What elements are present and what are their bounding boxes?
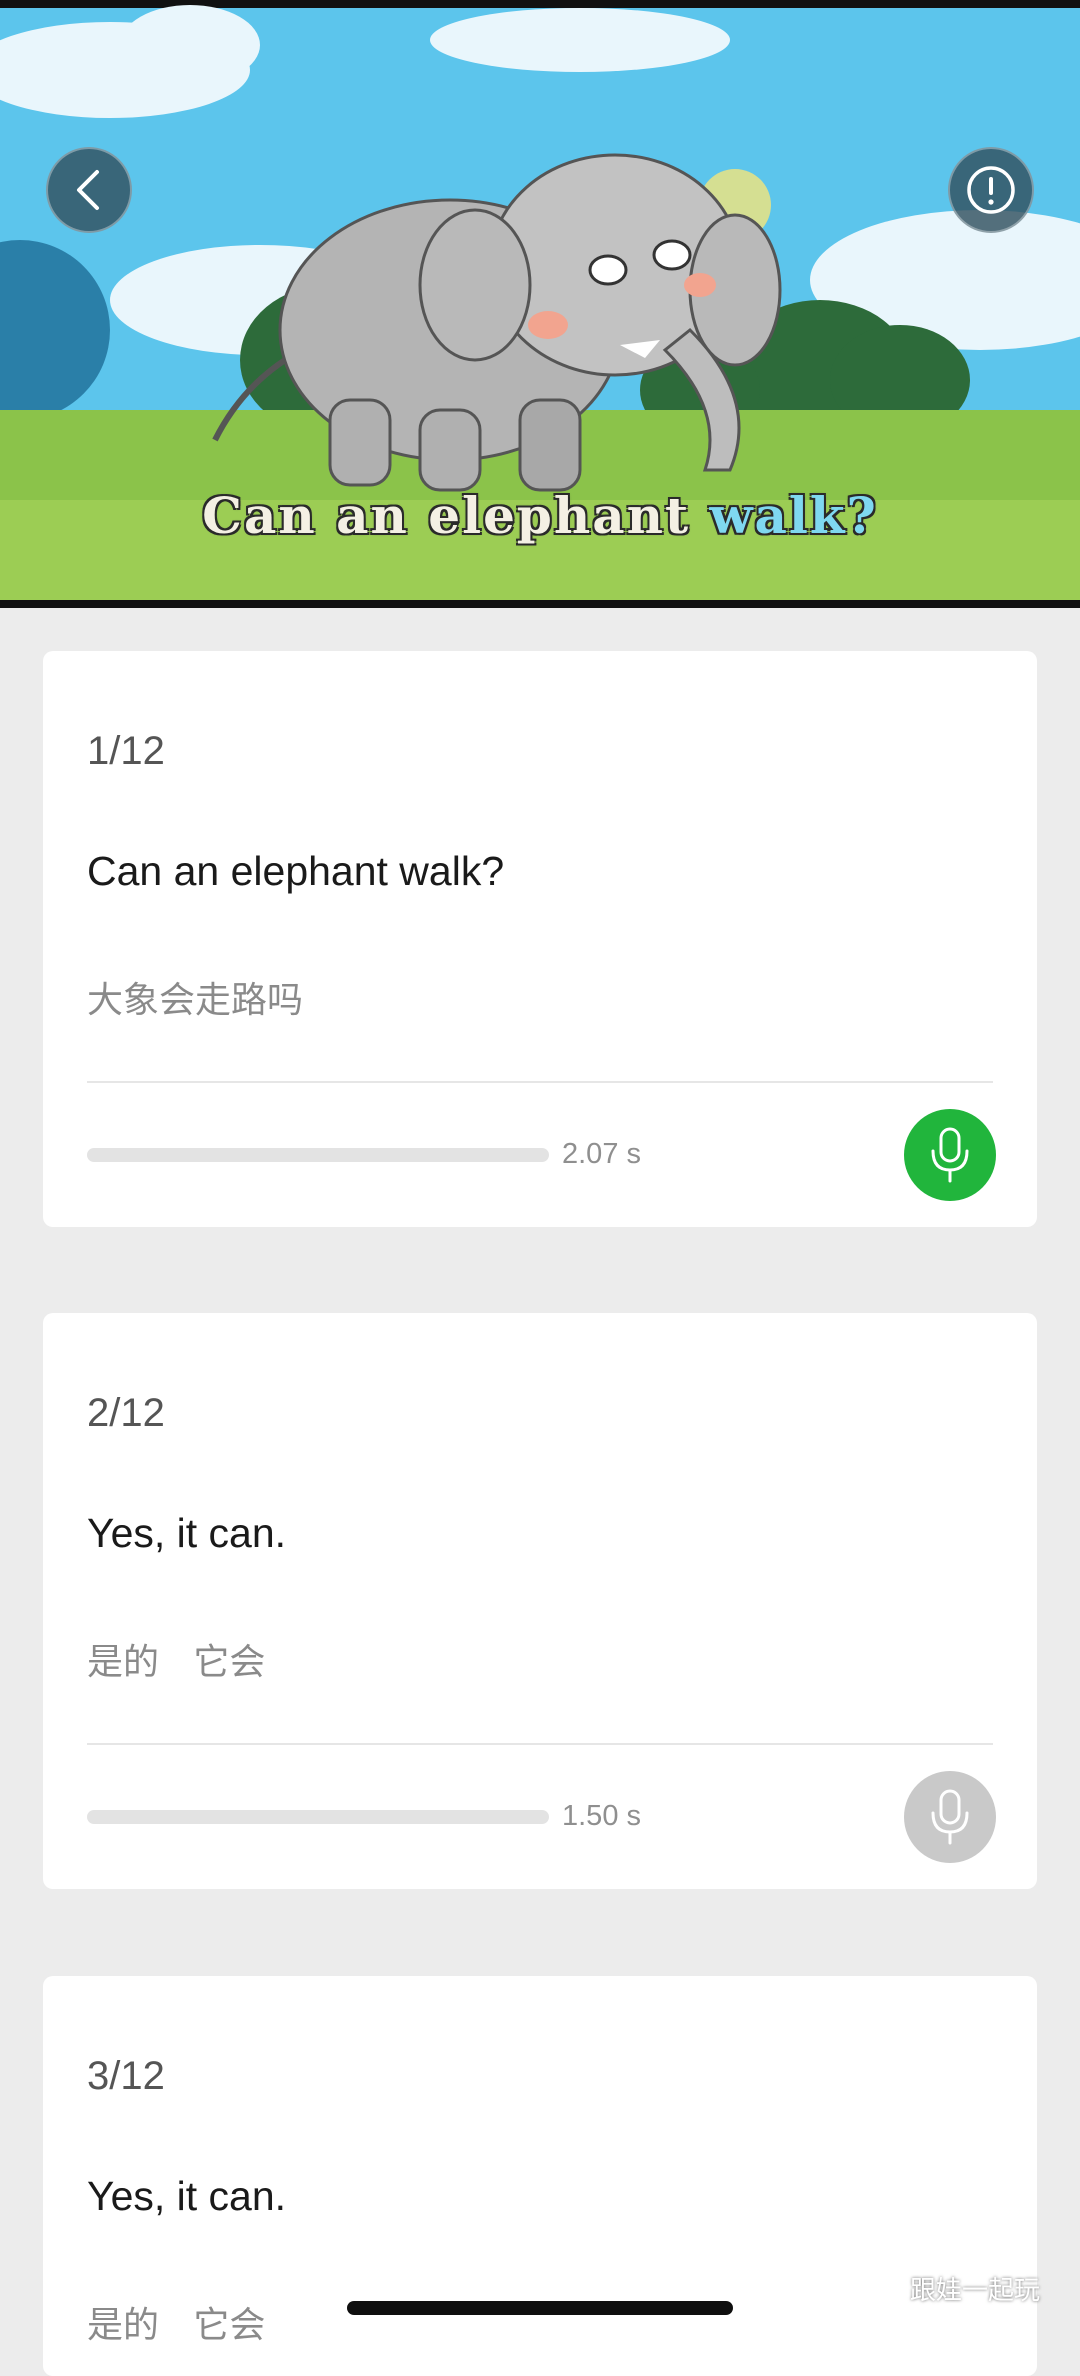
sentence-counter: 1/12 — [87, 729, 165, 773]
sentence-counter: 2/12 — [87, 1391, 165, 1435]
video-subtitle: Can an elephant walk? — [0, 486, 1080, 545]
back-button[interactable] — [46, 147, 132, 233]
info-icon — [967, 166, 1015, 214]
info-button[interactable] — [948, 147, 1034, 233]
video-player[interactable]: Can an elephant walk? — [0, 0, 1080, 608]
divider — [87, 1743, 993, 1745]
wechat-icon — [860, 2273, 903, 2304]
sentence-card: 3/12 Yes, it can. 是的 它会 — [43, 1976, 1037, 2376]
sentence-card: 1/12 Can an elephant walk? 大象会走路吗 2.07 s — [43, 651, 1037, 1227]
sentence-translation: 是的 它会 — [87, 2305, 266, 2346]
subtitle-highlight: walk? — [709, 486, 878, 545]
audio-progress-bar[interactable] — [87, 1810, 549, 1824]
microphone-icon — [931, 1789, 969, 1845]
watermark: 跟娃一起玩 — [860, 2270, 1040, 2307]
home-indicator[interactable] — [347, 2301, 733, 2315]
sentence-text: Yes, it can. — [87, 2173, 287, 2219]
chevron-left-icon — [77, 170, 99, 210]
sentence-card: 2/12 Yes, it can. 是的 它会 1.50 s — [43, 1313, 1037, 1889]
subtitle-text: Can an elephant — [202, 486, 710, 545]
sentence-counter: 3/12 — [87, 2054, 165, 2098]
record-button[interactable] — [904, 1771, 996, 1863]
record-button[interactable] — [904, 1109, 996, 1201]
sentence-translation: 是的 它会 — [87, 1642, 266, 1683]
watermark-text: 跟娃一起玩 — [910, 2276, 1041, 2306]
sentence-translation: 大象会走路吗 — [87, 980, 304, 1021]
microphone-icon — [931, 1127, 969, 1183]
audio-progress-bar[interactable] — [87, 1148, 549, 1162]
divider — [87, 1081, 993, 1083]
sentence-text: Can an elephant walk? — [87, 848, 505, 894]
sentence-text: Yes, it can. — [87, 1510, 287, 1556]
audio-duration: 1.50 s — [562, 1800, 641, 1832]
audio-duration: 2.07 s — [562, 1138, 641, 1170]
